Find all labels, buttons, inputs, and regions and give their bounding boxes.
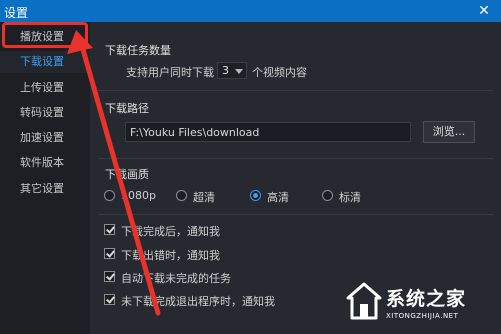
chevron-down-icon	[235, 69, 243, 74]
sidebar-item-label: 软件版本	[20, 156, 64, 169]
section-divider	[98, 90, 493, 91]
sidebar-item-transcode[interactable]: 转码设置	[0, 102, 90, 124]
radio-label: 标清	[339, 191, 361, 204]
watermark-text: 系统之家	[386, 288, 467, 310]
sidebar-item-playback[interactable]: 播放设置	[0, 26, 90, 48]
download-count-suffix: 个视频内容	[252, 66, 307, 79]
close-icon[interactable]: ✕	[474, 1, 494, 21]
sidebar-item-upload[interactable]: 上传设置	[0, 77, 90, 99]
sidebar-item-label: 上传设置	[20, 81, 64, 94]
radio-label: 高清	[267, 191, 289, 204]
title-bar: 设置 ✕	[0, 0, 501, 22]
section-divider	[98, 158, 493, 159]
watermark: 系统之家 XITONGZHIJIA.NET	[346, 278, 498, 330]
download-count-title: 下载任务数量	[105, 44, 171, 57]
radio-icon	[176, 190, 187, 201]
window-title: 设置	[4, 6, 29, 20]
settings-sidebar: 播放设置 下载设置 上传设置 转码设置 加速设置 软件版本 其它设置	[0, 22, 90, 334]
sidebar-item-other[interactable]: 其它设置	[0, 178, 90, 200]
watermark-url: XITONGZHIJIA.NET	[386, 312, 459, 320]
checkbox-label: 下载完成后，通知我	[121, 225, 220, 238]
sidebar-item-acceleration[interactable]: 加速设置	[0, 127, 90, 149]
sidebar-item-label: 转码设置	[20, 106, 64, 119]
house-logo-icon	[346, 282, 382, 320]
checkbox-label: 下载出错时，通知我	[121, 249, 220, 262]
radio-icon	[322, 190, 333, 201]
quality-title: 下载画质	[105, 168, 149, 181]
browse-button[interactable]: 浏览...	[423, 121, 475, 143]
sidebar-item-label: 加速设置	[20, 131, 64, 144]
checkbox-checked-icon	[104, 248, 115, 259]
download-count-value: 3	[222, 64, 229, 77]
radio-selected-icon	[250, 190, 261, 201]
download-path-field[interactable]	[125, 122, 411, 142]
sidebar-item-version[interactable]: 软件版本	[0, 152, 90, 174]
sidebar-item-label: 下载设置	[20, 55, 64, 68]
radio-label: 1080p	[121, 189, 156, 202]
download-path-title: 下载路径	[105, 102, 149, 115]
download-count-select[interactable]: 3	[217, 62, 247, 79]
radio-icon	[104, 190, 115, 201]
sidebar-item-label: 播放设置	[20, 30, 64, 43]
sidebar-item-label: 其它设置	[20, 182, 64, 195]
sidebar-item-download[interactable]: 下载设置	[0, 51, 90, 73]
checkbox-checked-icon	[104, 224, 115, 235]
checkbox-label: 自动下载未完成的任务	[121, 272, 231, 285]
section-divider	[98, 214, 493, 215]
radio-label: 超清	[193, 191, 215, 204]
checkbox-label: 未下载完成退出程序时，通知我	[121, 295, 275, 308]
checkbox-checked-icon	[104, 271, 115, 282]
download-count-prefix: 支持用户同时下载	[126, 66, 214, 79]
checkbox-checked-icon	[104, 294, 115, 305]
